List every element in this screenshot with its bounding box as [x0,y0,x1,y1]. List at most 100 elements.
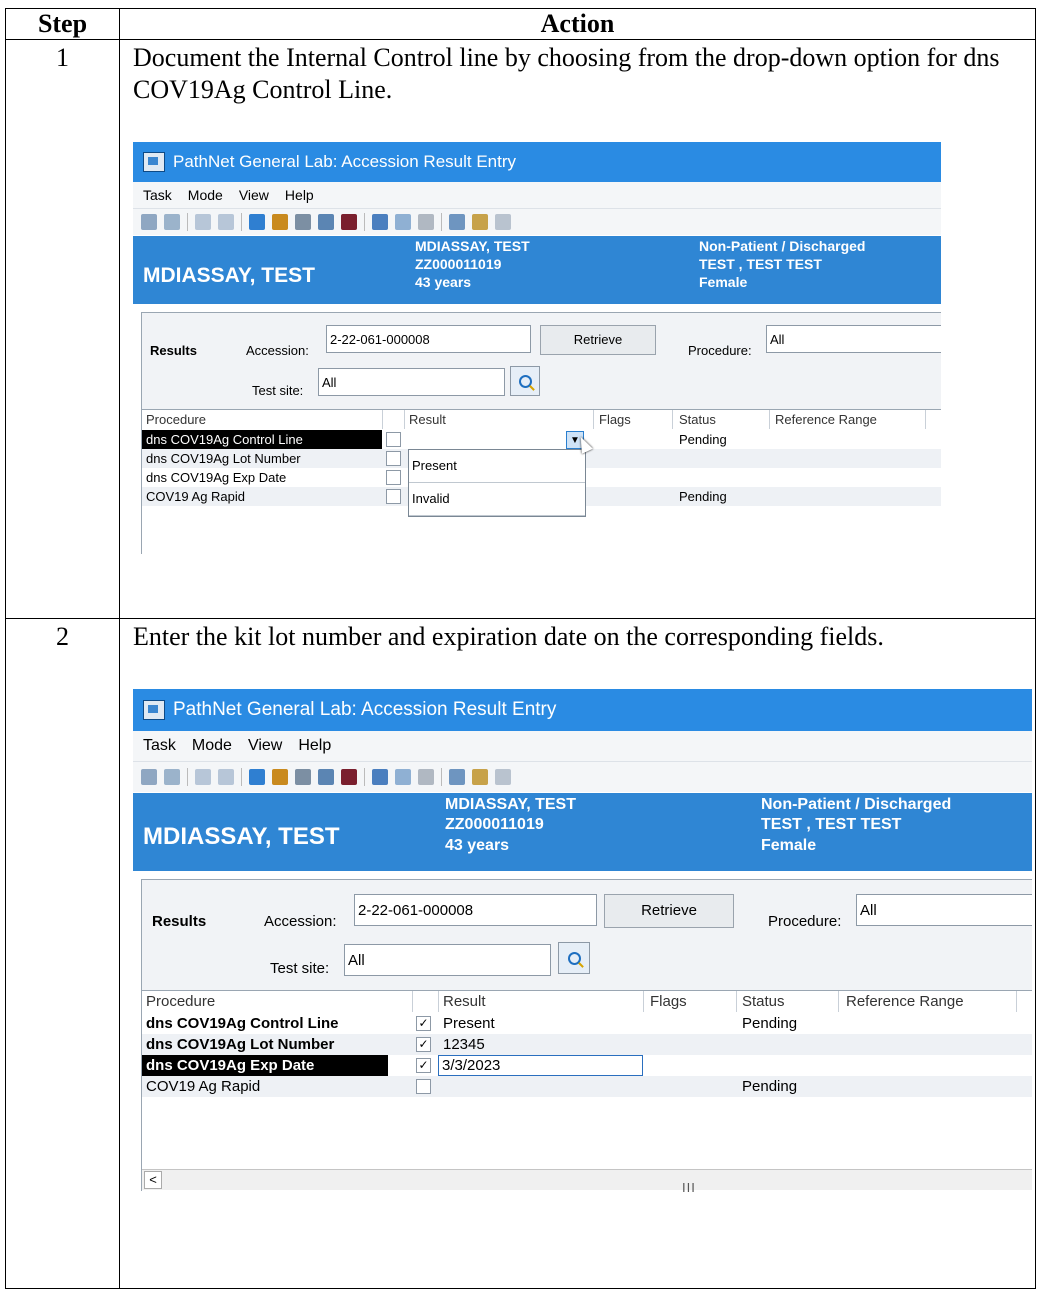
result-dropdown-list: Present Invalid [408,449,586,517]
col-procedure[interactable]: Procedure [142,991,413,1012]
menu-mode[interactable]: Mode [192,730,232,762]
document-icon[interactable] [164,769,180,785]
procedure-cell: COV19 Ag Rapid [146,1078,261,1095]
orange-book-icon[interactable] [272,769,288,785]
arrow-down-icon[interactable] [195,214,211,230]
col-result[interactable]: Result [405,410,594,429]
toolbar-separator [187,768,188,786]
col-flags[interactable]: Flags [594,410,673,429]
clipboard-icon[interactable] [472,769,488,785]
chat-icon[interactable] [249,214,265,230]
comment-icon[interactable] [372,769,388,785]
action-header: Action [119,8,1036,40]
menu-help[interactable]: Help [285,179,314,211]
row-checkbox[interactable] [386,432,401,447]
accession-input[interactable]: 2-22-061-000008 [354,894,597,926]
image-icon[interactable] [449,769,465,785]
menu-view[interactable]: View [239,179,269,211]
row-checkbox[interactable] [386,451,401,466]
document-icon[interactable] [164,214,180,230]
menu-task[interactable]: Task [143,730,176,762]
patient-banner: MDIASSAY, TEST MDIASSAY, TEST ZZ00001101… [133,236,941,304]
row-checkbox[interactable] [386,470,401,485]
table-row[interactable]: dns COV19Ag Control Line ✓ Present Pendi… [142,1013,1032,1034]
comment-icon[interactable] [372,214,388,230]
procedure-table: Step Action 1 Document the Internal Cont… [5,8,1036,1289]
toolbar-separator [364,768,365,786]
retrieve-button[interactable]: Retrieve [540,325,656,355]
list-icon[interactable] [318,769,334,785]
chart-icon[interactable] [295,769,311,785]
dropdown-option-invalid[interactable]: Invalid [409,483,585,516]
toolbar-separator [241,213,242,231]
toolbar-separator [241,768,242,786]
row-checkbox[interactable] [416,1079,431,1094]
red-book-icon[interactable] [341,769,357,785]
row-checkbox[interactable]: ✓ [416,1058,431,1073]
col-result[interactable]: Result [439,991,644,1012]
horizontal-scrollbar[interactable]: < III [142,1169,1032,1195]
result-cell[interactable]: 12345 [443,1034,633,1055]
col-status[interactable]: Status [736,991,839,1012]
step-instruction-1: Document the Internal Control line by ch… [133,43,1000,104]
windows-icon[interactable] [495,214,511,230]
procedure-select[interactable]: All [766,325,941,353]
col-reference-range[interactable]: Reference Range [769,410,926,429]
encounter-type: Non-Patient / Discharged [699,238,866,254]
window-title-bar: PathNet General Lab: Accession Result En… [133,689,1032,731]
table-row[interactable]: dns COV19Ag Exp Date ✓ 3/3/2023 [142,1055,1032,1076]
result-cell[interactable]: Present [443,1013,633,1034]
table-row[interactable]: COV19 Ag Rapid Pending [142,1076,1032,1097]
clipboard-icon[interactable] [472,214,488,230]
menu-help[interactable]: Help [298,730,331,762]
list-icon[interactable] [318,214,334,230]
table-row[interactable]: dns COV19Ag Control Line ▼ Pending [142,430,941,449]
image-icon[interactable] [449,214,465,230]
col-flags[interactable]: Flags [644,991,737,1012]
procedure-select[interactable]: All [856,894,1032,926]
status-cell: Pending [742,1078,798,1095]
menu-mode[interactable]: Mode [188,179,223,211]
orange-book-icon[interactable] [272,214,288,230]
result-input[interactable]: 3/3/2023 [438,1055,643,1076]
search-button[interactable] [558,942,590,974]
col-procedure[interactable]: Procedure [142,410,383,429]
attachment-icon[interactable] [395,769,411,785]
red-book-icon[interactable] [341,214,357,230]
result-cell[interactable] [409,430,569,449]
arrow-down-icon[interactable] [195,769,211,785]
open-icon[interactable] [141,769,157,785]
attachment-icon[interactable] [395,214,411,230]
accession-input[interactable]: 2-22-061-000008 [326,325,531,353]
table-row[interactable]: dns COV19Ag Lot Number ✓ 12345 [142,1034,1032,1055]
patient-name: MDIASSAY, TEST [143,823,340,850]
col-status[interactable]: Status [673,410,770,429]
scroll-left-button[interactable]: < [144,1171,162,1189]
test-site-input[interactable]: All [344,944,551,976]
row-checkbox[interactable] [386,489,401,504]
arrow-up-icon[interactable] [218,769,234,785]
menu-task[interactable]: Task [143,179,172,211]
link-icon[interactable] [418,769,434,785]
menu-bar: Task Mode View Help [133,731,1032,762]
search-button[interactable] [510,366,540,396]
retrieve-button[interactable]: Retrieve [604,894,734,928]
row-checkbox[interactable]: ✓ [416,1016,431,1031]
chat-icon[interactable] [249,769,265,785]
test-site-input[interactable]: All [318,368,505,396]
patient-age: 43 years [415,273,472,290]
results-panel: Results Accession: 2-22-061-000008 Retri… [141,879,1032,1195]
scroll-thumb-grip[interactable]: III [682,1172,696,1199]
procedure-label: Procedure: [768,913,842,930]
row-checkbox[interactable]: ✓ [416,1037,431,1052]
open-icon[interactable] [141,214,157,230]
arrow-up-icon[interactable] [218,214,234,230]
results-title: Results [150,343,197,358]
menu-view[interactable]: View [248,730,282,762]
windows-icon[interactable] [495,769,511,785]
dropdown-option-present[interactable]: Present [409,450,585,483]
col-reference-range[interactable]: Reference Range [838,991,1017,1012]
link-icon[interactable] [418,214,434,230]
result-cell[interactable] [443,1076,633,1097]
chart-icon[interactable] [295,214,311,230]
